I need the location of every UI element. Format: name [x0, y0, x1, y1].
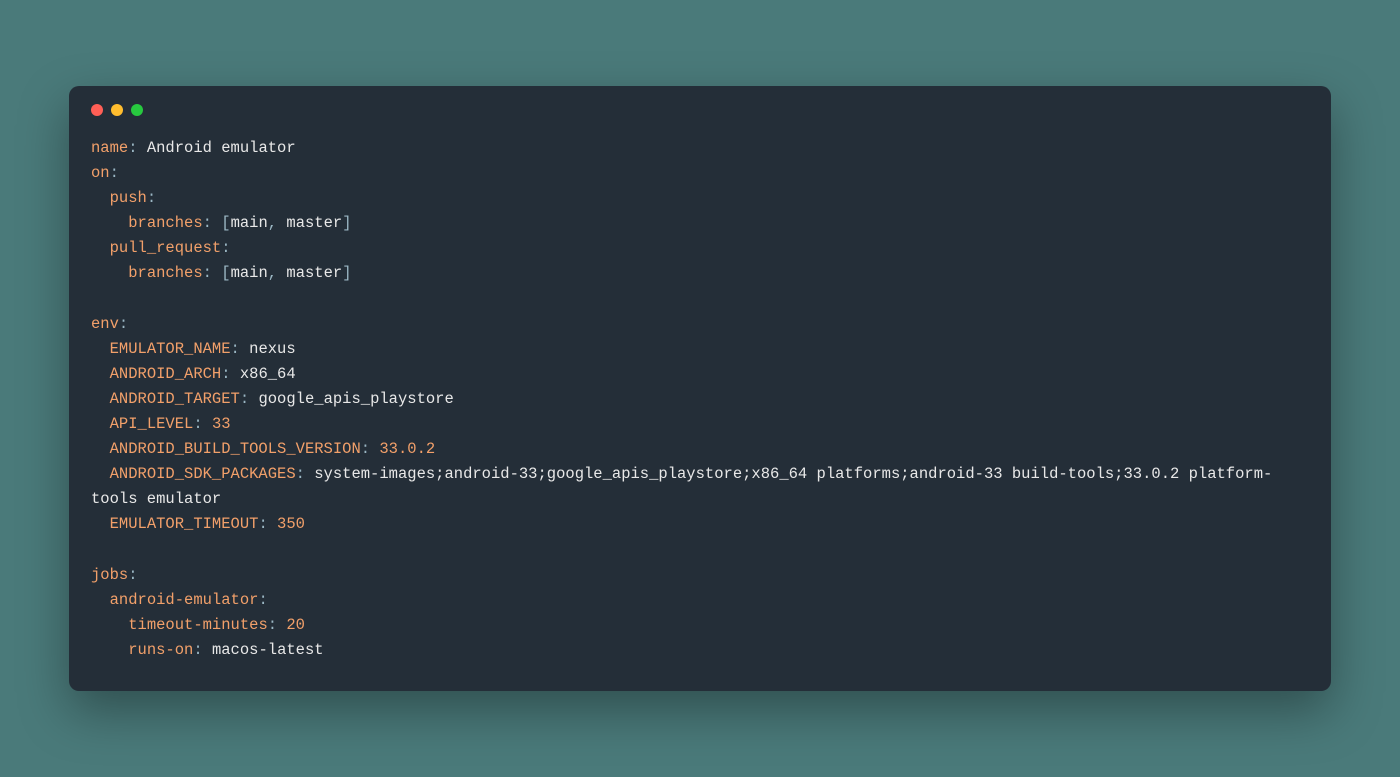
- key-sdk-packages: ANDROID_SDK_PACKAGES: [110, 465, 296, 483]
- colon: :: [119, 315, 128, 333]
- window-controls: [91, 104, 1309, 116]
- colon: :: [258, 515, 277, 533]
- val-emulator-timeout: 350: [277, 515, 305, 533]
- bracket-close: ]: [342, 264, 351, 282]
- key-branches: branches: [128, 264, 202, 282]
- val-emulator-name: nexus: [249, 340, 296, 358]
- val-timeout-minutes: 20: [286, 616, 305, 634]
- code-window: name: Android emulator on: push: branche…: [69, 86, 1331, 691]
- colon: :: [147, 189, 156, 207]
- comma: ,: [268, 214, 287, 232]
- colon: :: [231, 340, 250, 358]
- val-android-target: google_apis_playstore: [258, 390, 453, 408]
- key-timeout-minutes: timeout-minutes: [128, 616, 268, 634]
- colon: :: [193, 641, 212, 659]
- zoom-icon[interactable]: [131, 104, 143, 116]
- comma: ,: [268, 264, 287, 282]
- key-jobs: jobs: [91, 566, 128, 584]
- colon: :: [296, 465, 315, 483]
- key-android-emulator-job: android-emulator: [110, 591, 259, 609]
- val-name: Android emulator: [147, 139, 296, 157]
- colon: :: [240, 390, 259, 408]
- branch-master: master: [286, 264, 342, 282]
- val-build-tools-version: 33.0.2: [379, 440, 435, 458]
- branch-master: master: [286, 214, 342, 232]
- key-android-arch: ANDROID_ARCH: [110, 365, 222, 383]
- key-build-tools-version: ANDROID_BUILD_TOOLS_VERSION: [110, 440, 361, 458]
- colon: :: [221, 239, 230, 257]
- key-api-level: API_LEVEL: [110, 415, 194, 433]
- key-push: push: [110, 189, 147, 207]
- colon: :: [128, 139, 147, 157]
- bracket-close: ]: [342, 214, 351, 232]
- colon: :: [258, 591, 267, 609]
- colon: :: [193, 415, 212, 433]
- colon: :: [203, 264, 222, 282]
- colon: :: [110, 164, 119, 182]
- yaml-code-block: name: Android emulator on: push: branche…: [91, 136, 1309, 663]
- colon: :: [128, 566, 137, 584]
- val-android-arch: x86_64: [240, 365, 296, 383]
- key-env: env: [91, 315, 119, 333]
- close-icon[interactable]: [91, 104, 103, 116]
- key-on: on: [91, 164, 110, 182]
- colon: :: [221, 365, 240, 383]
- val-api-level: 33: [212, 415, 231, 433]
- bracket-open: [: [221, 264, 230, 282]
- key-runs-on: runs-on: [128, 641, 193, 659]
- colon: :: [203, 214, 222, 232]
- minimize-icon[interactable]: [111, 104, 123, 116]
- key-pull-request: pull_request: [110, 239, 222, 257]
- key-android-target: ANDROID_TARGET: [110, 390, 240, 408]
- key-emulator-timeout: EMULATOR_TIMEOUT: [110, 515, 259, 533]
- key-emulator-name: EMULATOR_NAME: [110, 340, 231, 358]
- val-runs-on: macos-latest: [212, 641, 324, 659]
- bracket-open: [: [221, 214, 230, 232]
- colon: :: [361, 440, 380, 458]
- colon: :: [268, 616, 287, 634]
- branch-main: main: [231, 214, 268, 232]
- branch-main: main: [231, 264, 268, 282]
- key-branches: branches: [128, 214, 202, 232]
- key-name: name: [91, 139, 128, 157]
